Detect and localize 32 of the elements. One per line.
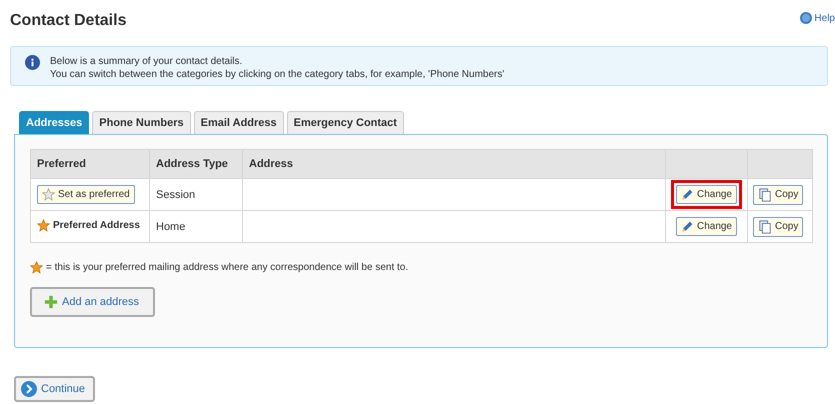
info-icon [25, 55, 40, 70]
copy-button[interactable]: Copy [753, 184, 804, 204]
copy-button[interactable]: Copy [753, 216, 804, 236]
copy-icon [758, 220, 772, 234]
column-header: Address [242, 150, 666, 178]
pencil-icon [680, 220, 694, 233]
column-header: Address Type [150, 150, 242, 178]
change-button[interactable]: Change [676, 217, 737, 236]
continue-button[interactable]: Continue [14, 376, 96, 402]
tab[interactable]: Phone Numbers [92, 111, 191, 134]
info-text: You can switch between the categories by clicking on the category tabs, for example, 'Phone Numbers' [50, 68, 504, 81]
copy-icon [758, 188, 772, 202]
column-header: Preferred [30, 150, 150, 178]
add-address-button[interactable]: Add an address [30, 287, 156, 317]
legend-text: = this is your preferred mailing address where any correspondence will be sent to. [46, 262, 408, 273]
tab[interactable]: Addresses [19, 111, 90, 134]
info-text: Below is a summary of your contact details. [50, 55, 244, 68]
star-icon [30, 261, 43, 274]
tab[interactable]: Emergency Contact [286, 111, 404, 134]
table-cell: Session [150, 178, 242, 210]
change-button[interactable]: Change [676, 185, 737, 204]
pencil-icon [680, 188, 694, 201]
set-preferred-button[interactable]: Set as preferred [37, 185, 135, 204]
preferred-label: Preferred Address [53, 220, 140, 230]
star-icon [42, 188, 55, 201]
table-cell: Home [150, 210, 242, 242]
help-link[interactable]: Help [800, 12, 835, 24]
star-icon [37, 218, 50, 232]
tab[interactable]: Email Address [194, 111, 284, 134]
page-title: Contact Details [10, 12, 126, 30]
help-icon [800, 12, 812, 24]
plus-icon [44, 295, 58, 309]
